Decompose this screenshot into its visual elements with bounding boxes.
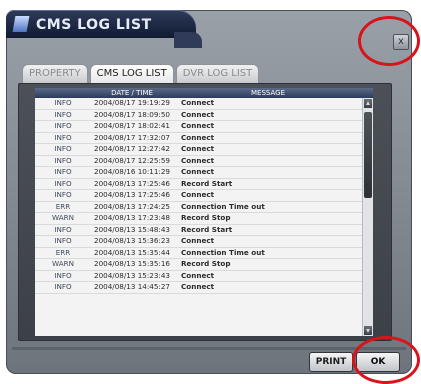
column-header-date-time: DATE / TIME bbox=[111, 89, 153, 97]
scroll-down-icon bbox=[366, 329, 370, 333]
table-row[interactable]: INFO 2004/08/17 19:19:29 Connect bbox=[35, 98, 363, 110]
row-message: Connect bbox=[181, 144, 215, 153]
table-row[interactable]: ERR 2004/08/13 15:35:44 Connection Time ou… bbox=[35, 247, 363, 259]
tab-cms-log-list[interactable]: CMS LOG LIST bbox=[89, 64, 174, 83]
row-date-time: 2004/08/13 17:25:46 bbox=[94, 178, 170, 188]
row-date-time: 2004/08/13 15:48:43 bbox=[94, 224, 170, 234]
table-row[interactable]: INFO 2004/08/16 10:11:29 Connect bbox=[35, 167, 363, 179]
tab-dvr-log-list[interactable]: DVR LOG LIST bbox=[175, 64, 260, 83]
log-panel: DATE / TIME MESSAGE INFO 2004/08/17 19:19… bbox=[18, 83, 392, 341]
table-row[interactable]: INFO 2004/08/17 12:27:42 Connect bbox=[35, 144, 363, 156]
row-type: INFO bbox=[54, 236, 72, 245]
table-row[interactable]: INFO 2004/08/13 15:23:43 Connect bbox=[35, 270, 363, 282]
row-type: ERR bbox=[55, 247, 71, 257]
row-type: INFO bbox=[54, 121, 72, 130]
row-date-time: 2004/08/17 17:32:07 bbox=[94, 132, 170, 142]
row-date-time: 2004/08/17 18:02:41 bbox=[94, 121, 170, 130]
log-table: DATE / TIME MESSAGE INFO 2004/08/17 19:19… bbox=[35, 88, 373, 336]
row-message: Connect bbox=[181, 167, 215, 176]
table-row[interactable]: WARN 2004/08/13 15:35:16 Record Stop bbox=[35, 259, 363, 271]
row-message: Connect bbox=[181, 121, 215, 130]
window-titlebar: CMS LOG LIST bbox=[6, 10, 202, 48]
row-date-time: 2004/08/17 12:27:42 bbox=[94, 144, 170, 153]
scroll-thumb[interactable] bbox=[364, 112, 372, 198]
row-type: INFO bbox=[54, 282, 72, 291]
row-type: INFO bbox=[54, 270, 72, 280]
row-message: Connection Time out bbox=[181, 201, 265, 211]
row-type: INFO bbox=[54, 155, 72, 165]
scroll-up-button[interactable] bbox=[364, 99, 372, 108]
row-message: Record Stop bbox=[181, 259, 231, 268]
row-type: INFO bbox=[54, 224, 72, 234]
window-title: CMS LOG LIST bbox=[36, 17, 152, 33]
row-message: Connect bbox=[181, 109, 215, 119]
row-type: INFO bbox=[54, 144, 72, 153]
annotation-circle-ok bbox=[352, 336, 420, 384]
scroll-down-button[interactable] bbox=[364, 326, 372, 335]
table-row[interactable]: WARN 2004/08/13 17:23:48 Record Stop bbox=[35, 213, 363, 225]
row-date-time: 2004/08/16 10:11:29 bbox=[94, 167, 170, 176]
table-row[interactable]: INFO 2004/08/13 15:48:43 Record Start bbox=[35, 224, 363, 236]
table-row[interactable]: ERR 2004/08/13 17:24:25 Connection Time ou… bbox=[35, 201, 363, 213]
tab-bar: PROPERTY CMS LOG LIST DVR LOG LIST bbox=[22, 64, 260, 84]
row-date-time: 2004/08/13 17:25:46 bbox=[94, 190, 170, 199]
row-message: Connect bbox=[181, 132, 215, 142]
row-date-time: 2004/08/13 15:35:44 bbox=[94, 247, 170, 257]
row-type: INFO bbox=[54, 132, 72, 142]
table-row[interactable]: INFO 2004/08/17 12:25:59 Connect bbox=[35, 155, 363, 167]
row-message: Connection Time out bbox=[181, 247, 265, 257]
window-logo-icon bbox=[12, 16, 30, 32]
table-row[interactable]: INFO 2004/08/13 17:25:46 Connect bbox=[35, 190, 363, 202]
table-row[interactable]: INFO 2004/08/17 18:09:50 Connect bbox=[35, 109, 363, 121]
row-date-time: 2004/08/13 14:45:27 bbox=[94, 282, 170, 291]
row-date-time: 2004/08/13 15:23:43 bbox=[94, 270, 170, 280]
row-type: WARN bbox=[51, 213, 74, 222]
table-row[interactable]: INFO 2004/08/17 17:32:07 Connect bbox=[35, 132, 363, 144]
row-message: Record Start bbox=[181, 178, 233, 188]
row-date-time: 2004/08/17 12:25:59 bbox=[94, 155, 170, 165]
column-header-message: MESSAGE bbox=[251, 89, 285, 97]
footer-divider bbox=[12, 347, 406, 350]
annotation-circle-close bbox=[358, 16, 420, 66]
scroll-up-icon bbox=[366, 101, 370, 105]
row-type: INFO bbox=[54, 98, 72, 107]
table-row[interactable]: INFO 2004/08/17 18:02:41 Connect bbox=[35, 121, 363, 133]
row-message: Connect bbox=[181, 236, 215, 245]
table-header: DATE / TIME MESSAGE bbox=[35, 88, 373, 98]
column-header-type bbox=[35, 88, 91, 98]
tab-property[interactable]: PROPERTY bbox=[22, 64, 88, 83]
row-type: INFO bbox=[54, 167, 72, 176]
row-message: Connect bbox=[181, 98, 215, 107]
row-type: INFO bbox=[54, 190, 72, 199]
table-row[interactable]: INFO 2004/08/13 15:36:23 Connect bbox=[35, 236, 363, 248]
row-message: Connect bbox=[181, 282, 215, 291]
row-message: Connect bbox=[181, 190, 215, 199]
row-date-time: 2004/08/17 19:19:29 bbox=[94, 98, 170, 107]
table-row[interactable]: INFO 2004/08/13 14:45:27 Connect bbox=[35, 282, 363, 294]
row-message: Connect bbox=[181, 155, 215, 165]
table-body: INFO 2004/08/17 19:19:29 Connect INFO 2004/… bbox=[35, 98, 363, 336]
row-type: INFO bbox=[54, 109, 72, 119]
row-date-time: 2004/08/17 18:09:50 bbox=[94, 109, 170, 119]
print-button[interactable]: PRINT bbox=[309, 352, 353, 372]
log-scrollbar[interactable] bbox=[362, 98, 373, 336]
row-date-time: 2004/08/13 17:23:48 bbox=[94, 213, 170, 222]
row-type: ERR bbox=[55, 201, 71, 211]
row-type: INFO bbox=[54, 178, 72, 188]
row-date-time: 2004/08/13 15:35:16 bbox=[94, 259, 170, 268]
row-date-time: 2004/08/13 17:24:25 bbox=[94, 201, 170, 211]
row-message: Connect bbox=[181, 270, 215, 280]
row-type: WARN bbox=[51, 259, 74, 268]
titlebar-notch bbox=[174, 32, 202, 48]
row-message: Record Start bbox=[181, 224, 233, 234]
row-message: Record Stop bbox=[181, 213, 231, 222]
table-row[interactable]: INFO 2004/08/13 17:25:46 Record Start bbox=[35, 178, 363, 190]
row-date-time: 2004/08/13 15:36:23 bbox=[94, 236, 170, 245]
